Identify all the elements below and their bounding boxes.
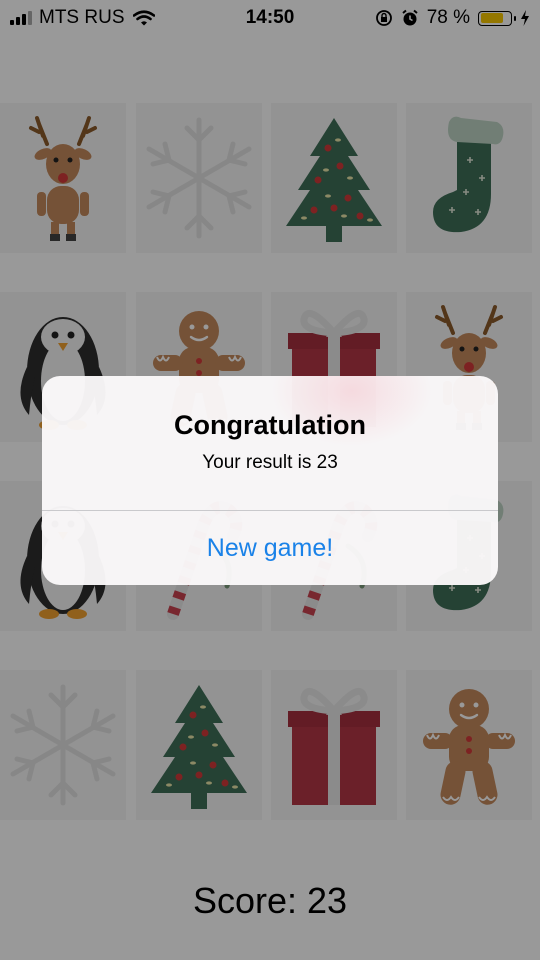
alert-message: Your result is 23 [202,452,338,473]
new-game-button[interactable]: New game! [42,511,498,585]
result-alert-dialog: Congratulation Your result is 23 New gam… [42,376,498,585]
alert-title: Congratulation [174,410,366,440]
